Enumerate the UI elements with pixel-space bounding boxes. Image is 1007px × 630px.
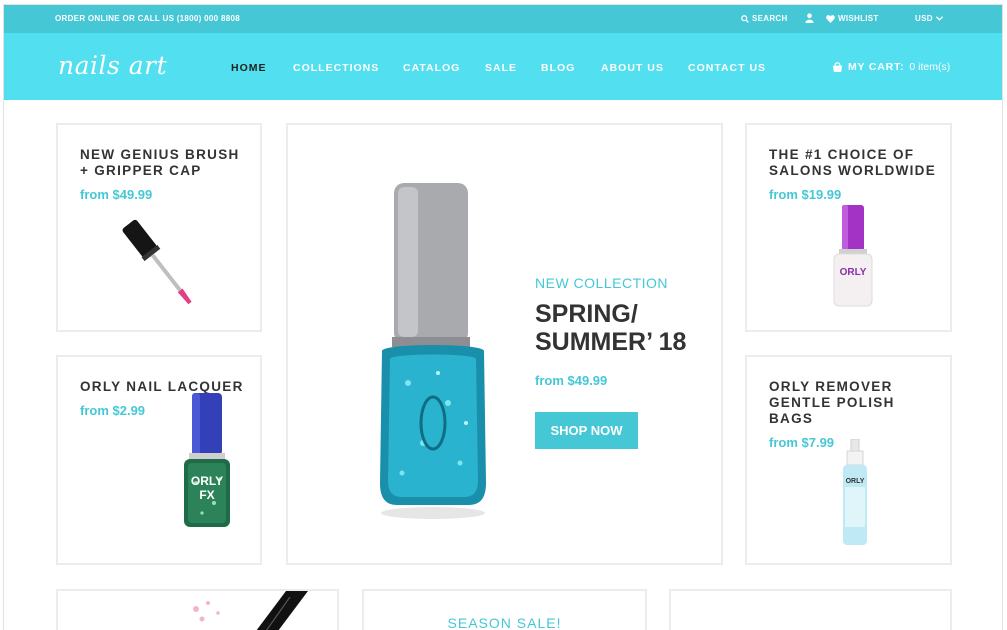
wishlist-link[interactable]: WISHLIST <box>826 14 879 23</box>
product-card-orly-lacquer[interactable]: ORLY NAIL LACQUER from $2.99 ORLY FX <box>56 355 262 565</box>
order-phone-text: ORDER ONLINE OR CALL US (1800) 000 8808 <box>55 14 240 23</box>
currency-label: USD <box>915 14 933 23</box>
glitter-polish-bottle-image <box>380 183 486 519</box>
product-price: from $7.99 <box>769 435 835 450</box>
nav-about-us[interactable]: ABOUT US <box>601 62 664 74</box>
nav-contact-us[interactable]: CONTACT US <box>688 62 766 74</box>
shopping-bag-icon <box>832 62 843 72</box>
wishlist-label: WISHLIST <box>838 14 879 23</box>
search-label: SEARCH <box>752 14 788 23</box>
product-card-orly-salon[interactable]: THE #1 CHOICE OF SALONS WORLDWIDE from $… <box>745 123 952 332</box>
bottom-card-right[interactable] <box>669 589 952 630</box>
product-card-genius-brush[interactable]: NEW GENIUS BRUSH + GRIPPER CAP from $49.… <box>56 123 262 332</box>
white-polish-bottle-image: ORLY <box>833 205 873 307</box>
brush-splash-image <box>193 591 308 630</box>
nail-brush-image <box>122 219 192 305</box>
cart-count: 0 item(s) <box>909 61 951 73</box>
bottle-brand: ORLY <box>846 478 865 485</box>
product-card-orly-remover[interactable]: ORLY REMOVER GENTLE POLISH BAGS from $7.… <box>745 355 952 565</box>
spray-bottle-image: ORLY <box>843 439 867 545</box>
page-frame: ORDER ONLINE OR CALL US (1800) 000 8808 … <box>3 4 1003 630</box>
bottle-brand: ORLY <box>840 267 867 278</box>
bottle-brand: ORLY <box>191 474 223 488</box>
search-icon <box>741 14 749 23</box>
hero-banner: NEW COLLECTION SPRING/ SUMMER’ 18 from $… <box>286 123 723 565</box>
shop-now-button[interactable]: SHOP NOW <box>535 412 638 449</box>
currency-select[interactable]: USD <box>915 14 943 23</box>
hero-headline: SPRING/ SUMMER’ 18 <box>535 300 687 356</box>
main-header: nails art HOME COLLECTIONS CATALOG SALE … <box>4 33 1002 100</box>
user-icon <box>805 13 814 23</box>
product-price: from $19.99 <box>769 187 842 202</box>
product-title: THE #1 CHOICE OF SALONS WORLDWIDE <box>769 147 937 178</box>
cart-label: MY CART: <box>848 61 905 73</box>
product-price: from $49.99 <box>80 187 153 202</box>
bottle-sub: FX <box>199 488 214 502</box>
site-logo[interactable]: nails art <box>58 51 167 80</box>
nav-home[interactable]: HOME <box>231 62 267 74</box>
nav-sale[interactable]: SALE <box>485 62 517 74</box>
product-price: from $2.99 <box>80 403 146 418</box>
product-title: ORLY REMOVER GENTLE POLISH BAGS <box>769 379 895 426</box>
cart-link[interactable]: MY CART: 0 item(s) <box>832 61 950 73</box>
season-sale-text: SEASON SALE! <box>447 615 562 630</box>
green-polish-bottle-image: ORLY FX <box>184 393 230 527</box>
search-link[interactable]: SEARCH <box>741 14 788 23</box>
nav-blog[interactable]: BLOG <box>541 62 575 74</box>
account-link[interactable] <box>805 13 814 23</box>
bottom-card-season-sale[interactable]: SEASON SALE! <box>362 589 647 630</box>
top-bar: ORDER ONLINE OR CALL US (1800) 000 8808 … <box>4 5 1002 33</box>
chevron-down-icon <box>935 16 943 21</box>
bottom-card-left[interactable] <box>56 589 339 630</box>
nav-catalog[interactable]: CATALOG <box>403 62 460 74</box>
heart-icon <box>826 14 835 23</box>
hero-kicker: NEW COLLECTION <box>535 275 669 291</box>
hero-price: from $49.99 <box>535 373 608 388</box>
nav-collections[interactable]: COLLECTIONS <box>293 62 379 74</box>
product-title: NEW GENIUS BRUSH + GRIPPER CAP <box>80 147 240 178</box>
